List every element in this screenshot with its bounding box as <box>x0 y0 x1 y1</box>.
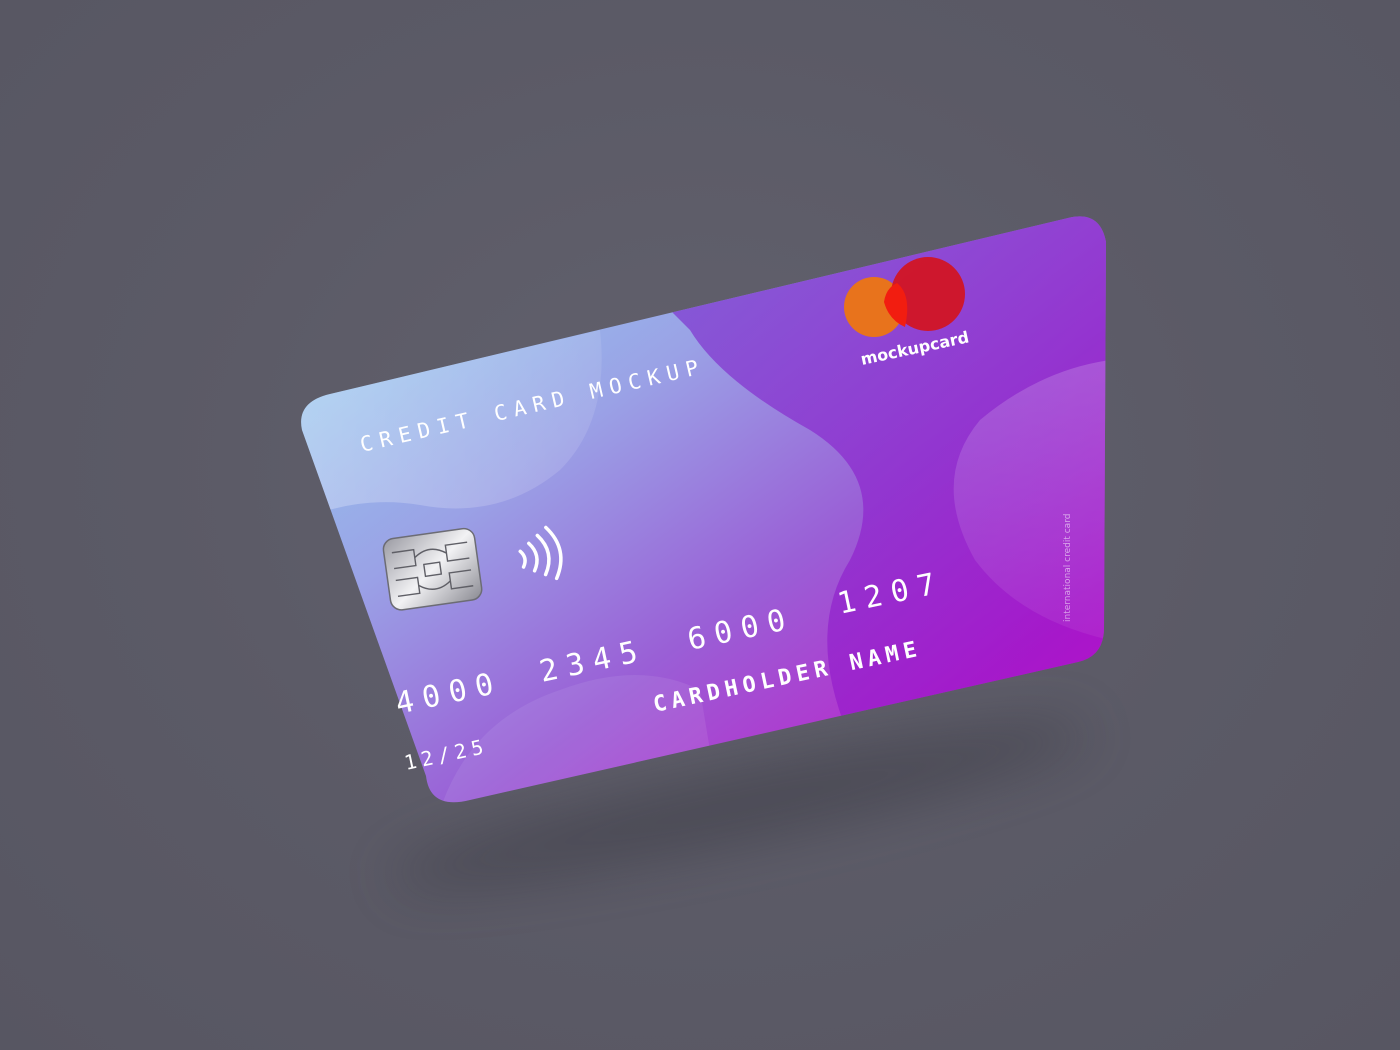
credit-card: CREDIT CARD MOCKUP mockupcard 4000 2345 … <box>301 216 1107 803</box>
emv-chip-icon <box>382 527 483 611</box>
side-text: international credit card <box>1063 514 1073 622</box>
